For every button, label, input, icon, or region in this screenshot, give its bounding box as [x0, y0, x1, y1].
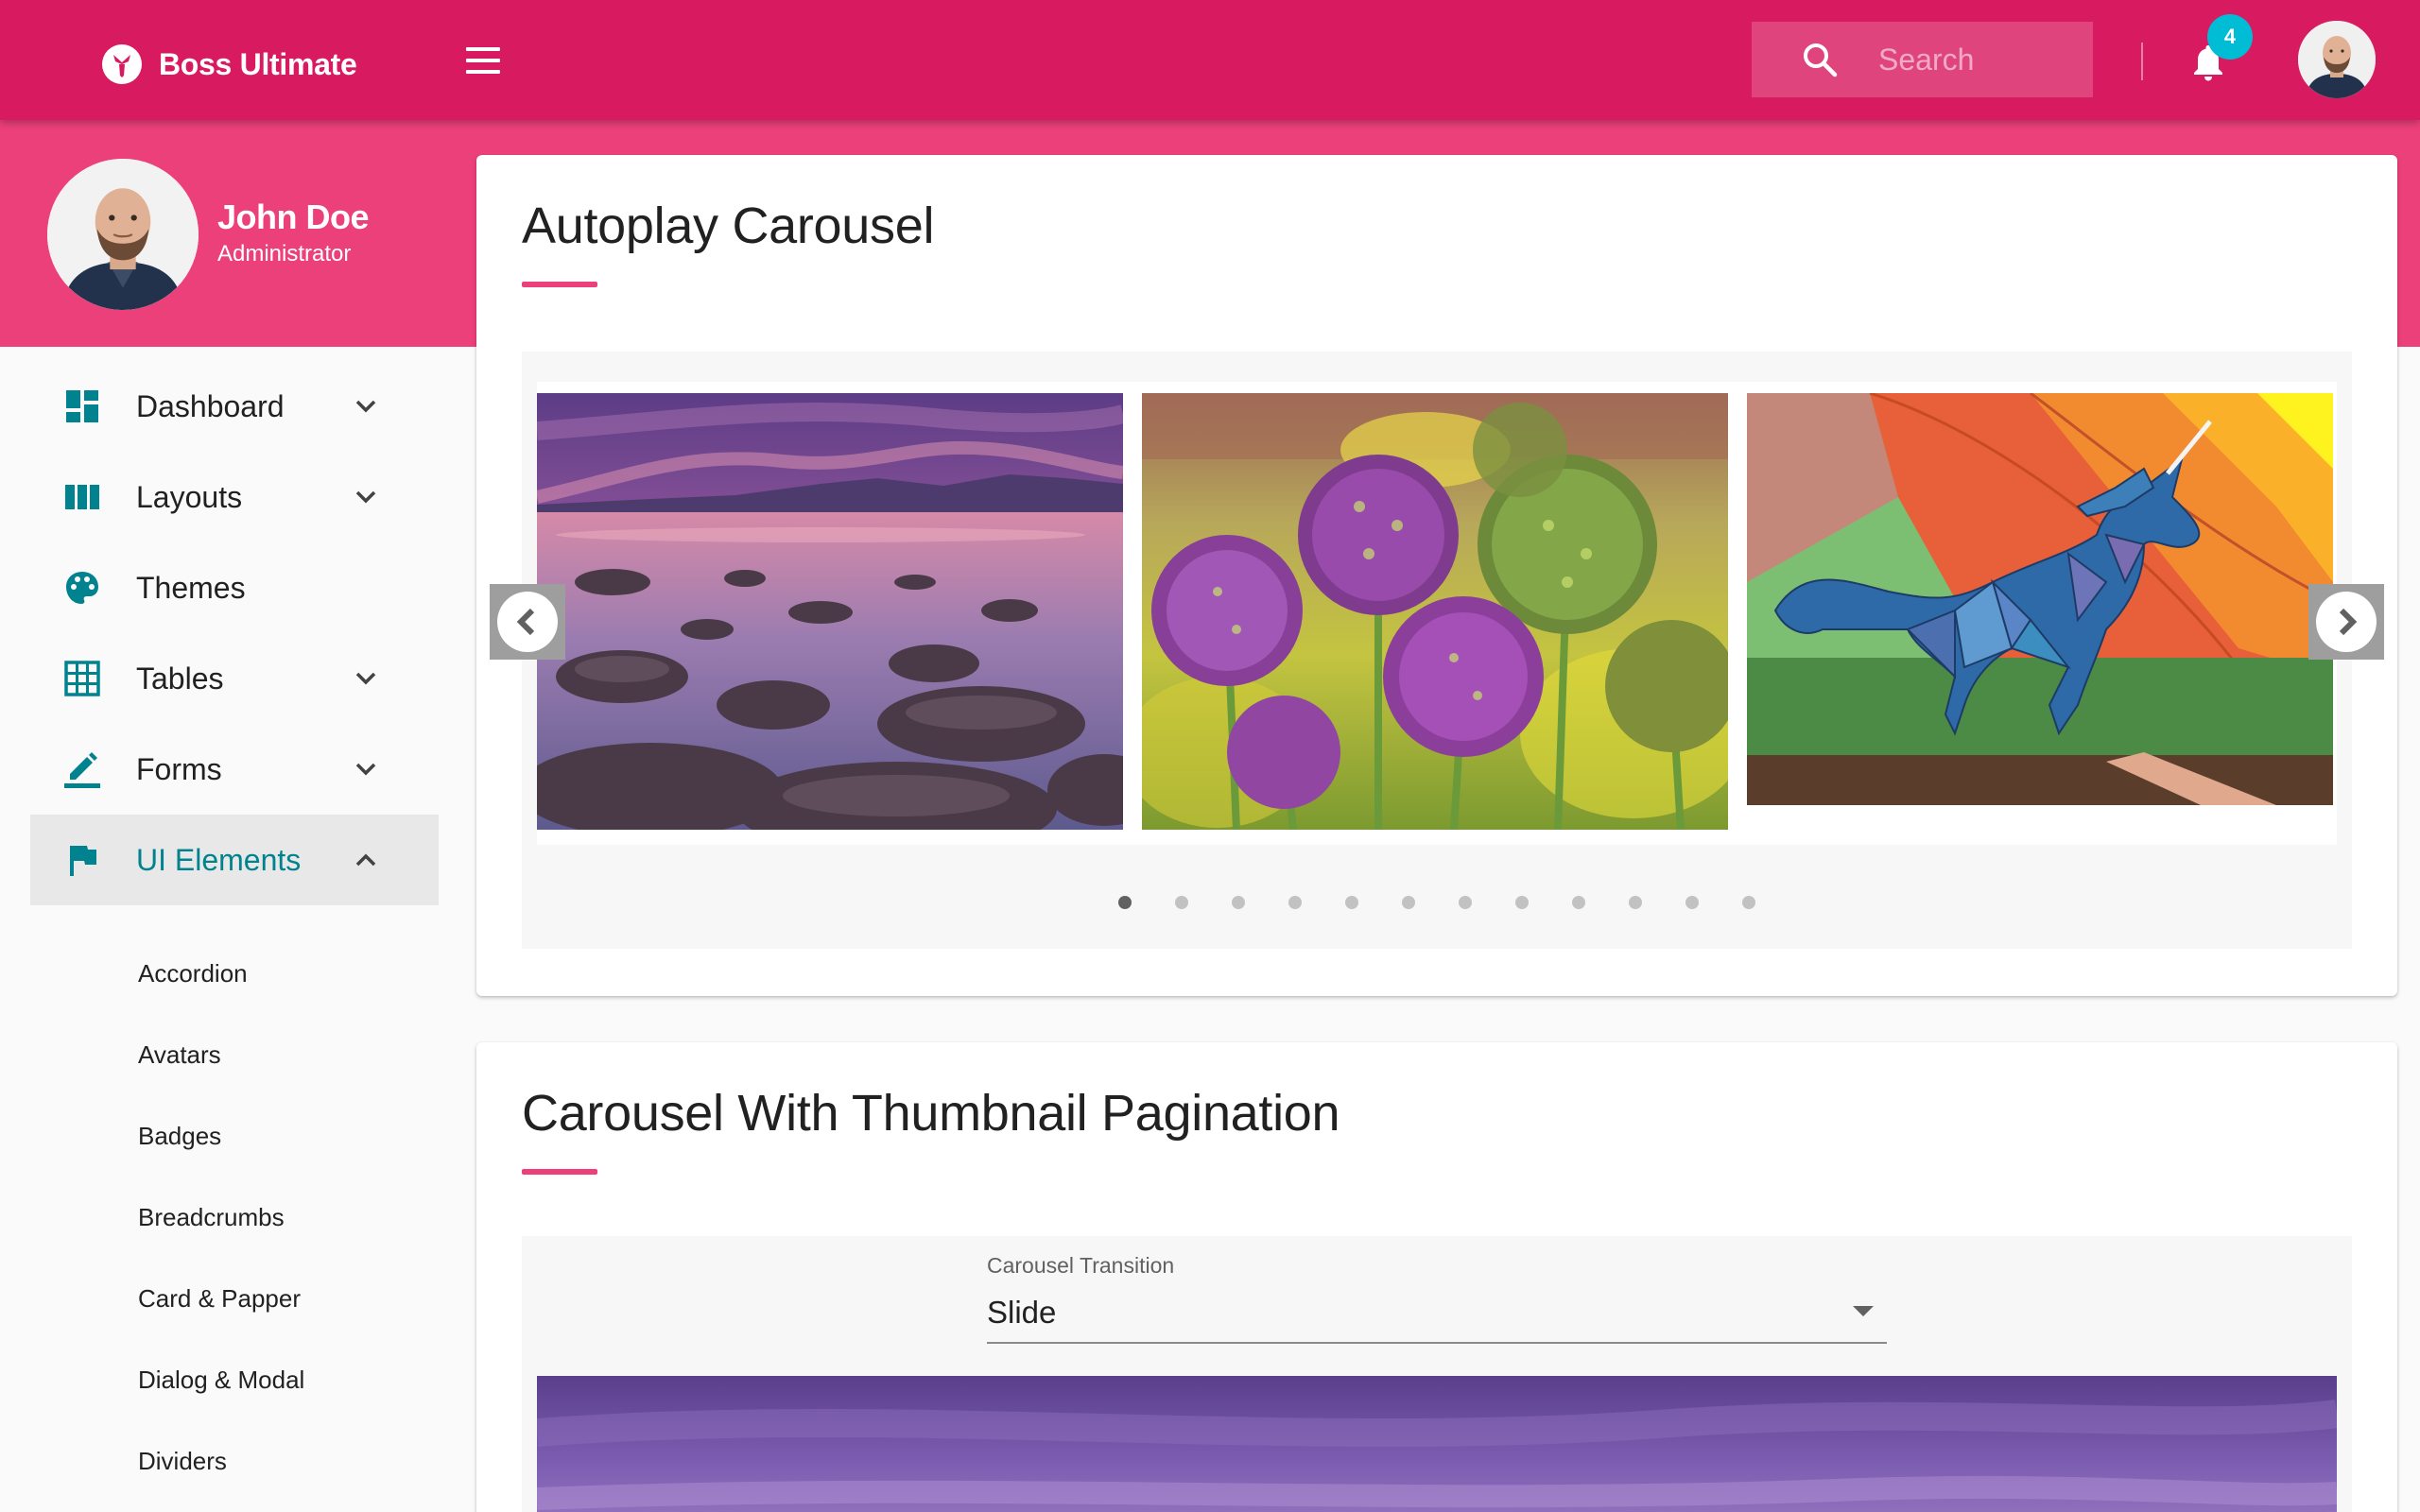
card-title: Carousel With Thumbnail Pagination	[522, 1085, 1340, 1142]
carousel-next-button[interactable]	[2308, 584, 2384, 660]
carousel-dot[interactable]	[1515, 896, 1529, 909]
carousel-pagination	[522, 896, 2352, 909]
sidebar: John Doe Administrator Dashboard Layouts…	[0, 120, 471, 1512]
sidebar-item-label: UI Elements	[136, 842, 302, 877]
sidebar-subitem-breadcrumbs[interactable]: Breadcrumbs	[138, 1177, 304, 1258]
search-icon	[1804, 43, 1838, 77]
sidebar-item-dashboard[interactable]: Dashboard	[30, 361, 439, 452]
carousel-main-slide[interactable]	[537, 1376, 2337, 1512]
title-underline	[522, 1169, 597, 1175]
carousel-dot[interactable]	[1572, 896, 1585, 909]
sidebar-subitem-avatars[interactable]: Avatars	[138, 1014, 304, 1095]
sidebar-item-label: Forms	[136, 751, 222, 786]
sidebar-item-label: Layouts	[136, 479, 243, 514]
profile-panel: John Doe Administrator	[0, 120, 471, 347]
sidebar-item-label: Themes	[136, 570, 246, 605]
title-underline	[522, 282, 597, 287]
sidebar-item-label: Dashboard	[136, 388, 285, 423]
carousel-dot[interactable]	[1345, 896, 1358, 909]
thumbnail-carousel-card: Carousel With Thumbnail Pagination Carou…	[476, 1042, 2397, 1512]
profile-name: John Doe	[217, 198, 370, 236]
carousel-transition-select[interactable]: Slide	[987, 1285, 1887, 1344]
card-title: Autoplay Carousel	[522, 198, 935, 254]
carousel-transition-panel: Carousel Transition Slide	[522, 1236, 2352, 1512]
palette-icon	[66, 572, 98, 604]
carousel-slide[interactable]	[1747, 393, 2333, 805]
carousel-dot[interactable]	[1459, 896, 1472, 909]
sidebar-subitem-badges[interactable]: Badges	[138, 1095, 304, 1177]
toolbar-divider	[2141, 43, 2143, 80]
sidebar-subitem-dialog-modal[interactable]: Dialog & Modal	[138, 1339, 304, 1420]
sidebar-subitem-accordion[interactable]: Accordion	[138, 933, 304, 1014]
carousel-dot[interactable]	[1288, 896, 1302, 909]
carousel-slide[interactable]	[537, 393, 1123, 830]
carousel-dot[interactable]	[1685, 896, 1699, 909]
carousel-prev-button[interactable]	[490, 584, 565, 660]
chevron-left-icon	[516, 608, 535, 636]
brand-logo-icon	[102, 44, 142, 84]
carousel-slide[interactable]	[1142, 393, 1728, 830]
grid-icon	[64, 661, 100, 696]
select-value: Slide	[987, 1295, 1057, 1330]
app-bar: Boss Ultimate 4	[0, 0, 2420, 120]
brand[interactable]: Boss Ultimate	[102, 43, 357, 85]
carousel-track	[537, 382, 2337, 845]
search-box[interactable]	[1752, 22, 2093, 97]
notification-badge: 4	[2207, 14, 2253, 60]
chevron-up-icon	[355, 853, 376, 867]
chevron-down-icon	[355, 400, 376, 413]
chevron-down-icon	[355, 490, 376, 504]
sidebar-item-label: Tables	[136, 661, 224, 696]
carousel-dot[interactable]	[1629, 896, 1642, 909]
sidebar-subitem-card-papper[interactable]: Card & Papper	[138, 1258, 304, 1339]
sidebar-subnav: Accordion Avatars Badges Breadcrumbs Car…	[138, 933, 304, 1502]
sidebar-item-layouts[interactable]: Layouts	[30, 452, 439, 542]
select-label: Carousel Transition	[987, 1253, 1175, 1278]
flag-icon	[70, 846, 96, 876]
carousel	[522, 352, 2352, 949]
autoplay-carousel-card: Autoplay Carousel	[476, 155, 2397, 996]
carousel-dot[interactable]	[1175, 896, 1188, 909]
sidebar-item-tables[interactable]: Tables	[30, 633, 439, 724]
carousel-dot[interactable]	[1742, 896, 1755, 909]
sidebar-item-themes[interactable]: Themes	[30, 542, 439, 633]
view-column-icon	[65, 485, 99, 509]
hamburger-menu-icon[interactable]	[463, 43, 505, 77]
carousel-dot[interactable]	[1232, 896, 1245, 909]
user-avatar[interactable]	[2298, 21, 2376, 98]
search-input[interactable]	[1878, 42, 2067, 77]
dashboard-icon	[66, 390, 98, 422]
chevron-right-icon	[2339, 608, 2358, 636]
sidebar-item-ui-elements[interactable]: UI Elements	[30, 815, 439, 905]
profile-avatar[interactable]	[47, 159, 199, 310]
brand-name: Boss Ultimate	[159, 46, 357, 81]
carousel-dot[interactable]	[1118, 896, 1132, 909]
sidebar-item-forms[interactable]: Forms	[30, 724, 439, 815]
pencil-icon	[64, 752, 100, 788]
carousel-dot[interactable]	[1402, 896, 1415, 909]
chevron-down-icon	[355, 763, 376, 776]
sidebar-nav: Dashboard Layouts Themes Tables Forms UI…	[30, 361, 439, 905]
profile-role: Administrator	[217, 241, 352, 266]
chevron-down-icon	[355, 672, 376, 685]
caret-down-icon	[1853, 1306, 1874, 1316]
sidebar-subitem-dividers[interactable]: Dividers	[138, 1420, 304, 1502]
